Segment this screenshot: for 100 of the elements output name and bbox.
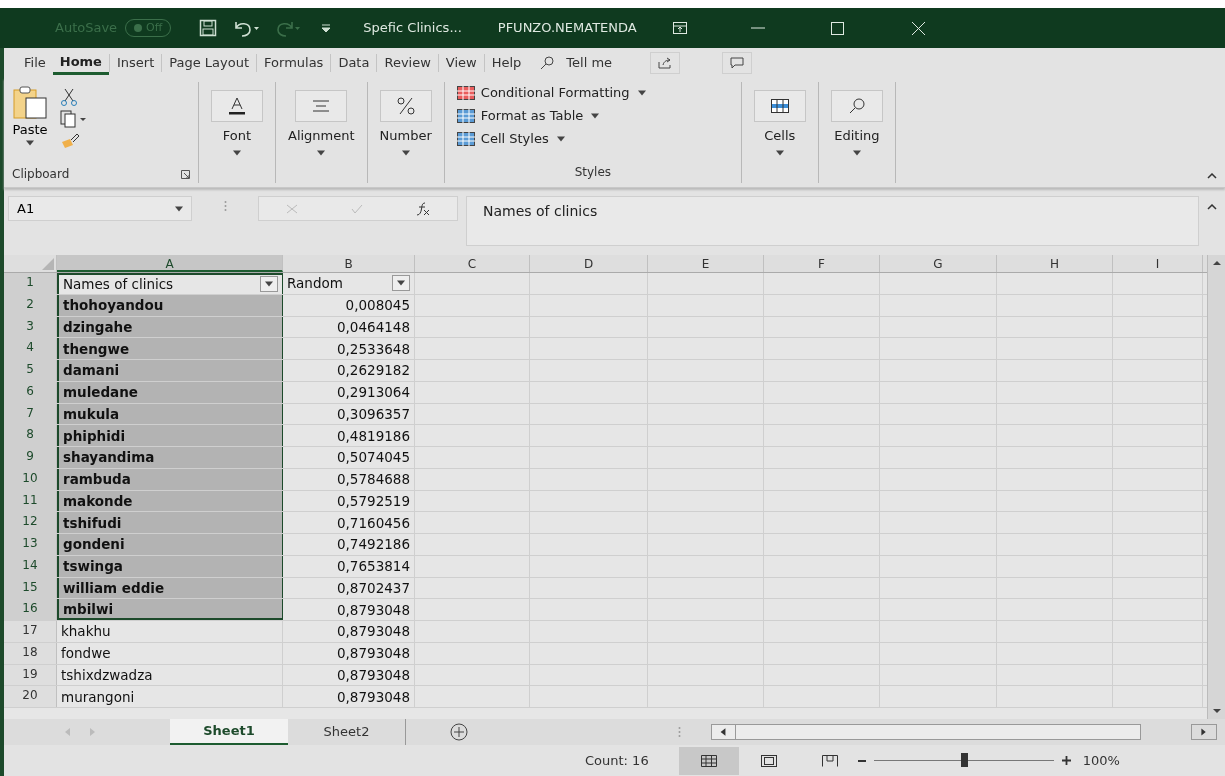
row-header[interactable]: 19	[4, 664, 57, 686]
function-icon[interactable]	[416, 201, 431, 216]
alignment-button[interactable]: Alignment	[288, 82, 355, 156]
ribbon-tab[interactable]: File	[17, 51, 53, 75]
horizontal-scrollbar[interactable]	[711, 724, 1141, 740]
row-header[interactable]: 7	[4, 403, 57, 425]
search-icon	[848, 98, 865, 114]
column-header[interactable]: E	[648, 255, 764, 272]
minimize-icon[interactable]	[750, 27, 765, 29]
ribbon-tab[interactable]: Page Layout	[162, 51, 257, 75]
filter-caret-icon	[397, 280, 405, 287]
row-header[interactable]: 11	[4, 490, 57, 512]
column-header[interactable]: B	[283, 255, 415, 272]
table-cell: dzingahe	[57, 316, 283, 338]
row-header[interactable]: 2	[4, 294, 57, 316]
ribbon-tab[interactable]: Home	[52, 51, 109, 75]
table-style-icon	[456, 108, 475, 123]
ribbon-tab[interactable]: Formulas	[257, 51, 331, 75]
row-header[interactable]: 10	[4, 468, 57, 490]
table-cell: 0,8793048	[283, 664, 415, 686]
add-sheet-icon[interactable]	[450, 723, 468, 741]
more-icon	[678, 726, 681, 738]
paste-button[interactable]: Paste	[12, 86, 48, 150]
format-painter-icon[interactable]	[60, 132, 80, 150]
row-header[interactable]: 4	[4, 338, 57, 359]
document-title: Spefic Clinics...	[363, 19, 462, 38]
caret-icon	[175, 205, 183, 212]
table-cell: 0,2629182	[283, 360, 415, 381]
close-icon[interactable]	[911, 21, 925, 35]
row-header[interactable]: 14	[4, 555, 57, 577]
table-cell: 0,008045	[283, 294, 415, 316]
filter-caret-icon	[265, 281, 273, 288]
row-header[interactable]: 13	[4, 534, 57, 555]
column-header[interactable]: G	[880, 255, 997, 272]
row-header[interactable]: 20	[4, 686, 57, 707]
normal-view-button[interactable]	[678, 746, 739, 775]
caret-icon	[317, 149, 326, 156]
align-icon	[313, 100, 330, 112]
name-box[interactable]: A1	[8, 196, 192, 221]
row-header[interactable]: 16	[4, 599, 57, 620]
editing-button[interactable]: Editing	[830, 82, 883, 156]
customize-icon[interactable]	[321, 23, 332, 33]
row-header[interactable]: 18	[4, 642, 57, 664]
save-icon[interactable]	[199, 19, 218, 37]
formula-field[interactable]: Names of clinics	[466, 196, 1199, 246]
copy-icon[interactable]	[60, 110, 88, 128]
font-icon	[229, 97, 245, 115]
page-layout-icon[interactable]	[760, 754, 777, 767]
row-header[interactable]: 9	[4, 447, 57, 468]
font-button[interactable]: Font	[211, 82, 263, 156]
column-header[interactable]: C	[415, 255, 530, 272]
scissors-icon[interactable]	[60, 88, 78, 106]
row-header[interactable]: 12	[4, 512, 57, 533]
table-cell: 0,3096357	[283, 403, 415, 425]
styles-menu-button[interactable]: Format as Table	[456, 105, 729, 126]
sheet-tab[interactable]: Sheet1	[170, 719, 288, 745]
scroll-right-icon[interactable]	[1191, 724, 1217, 740]
table-cell: 0,2533648	[283, 338, 415, 359]
page-break-icon[interactable]	[821, 754, 838, 767]
table-cell: Random	[283, 273, 415, 294]
zoom-level[interactable]: 100%	[1082, 750, 1120, 771]
row-header[interactable]: 6	[4, 381, 57, 403]
maximize-icon[interactable]	[830, 21, 844, 35]
ribbon-tab[interactable]: Review	[377, 51, 438, 75]
row-header[interactable]: 8	[4, 425, 57, 446]
launcher-icon[interactable]	[181, 169, 190, 179]
table-cell: mukula	[57, 403, 283, 425]
column-header[interactable]: F	[764, 255, 880, 272]
row-header[interactable]: 3	[4, 316, 57, 338]
column-header[interactable]: D	[530, 255, 648, 272]
tell-me-field[interactable]: Tell me	[566, 53, 613, 73]
ribbon-tab[interactable]: Help	[484, 51, 529, 75]
column-header[interactable]: I	[1113, 255, 1203, 272]
row-header[interactable]: 5	[4, 360, 57, 381]
table-cell: 0,7492186	[283, 534, 415, 555]
row-header[interactable]: 15	[4, 577, 57, 599]
collapse-ribbon-icon[interactable]	[1207, 173, 1217, 179]
zoom-slider-thumb[interactable]	[960, 753, 968, 767]
undo-icon[interactable]	[233, 19, 260, 37]
comment-icon	[730, 57, 745, 69]
ribbon-tab[interactable]: Insert	[109, 51, 162, 75]
table-cell: 0,8702437	[283, 577, 415, 599]
filter-button[interactable]	[260, 276, 278, 293]
row-header[interactable]: 1	[4, 273, 57, 294]
group-label: Styles	[573, 164, 613, 181]
styles-menu-button[interactable]: Conditional Formatting	[456, 82, 729, 103]
cells-button[interactable]: Cells	[753, 82, 806, 156]
number-button[interactable]: Number	[379, 82, 432, 156]
styles-menu-button[interactable]: Cell Styles	[456, 128, 729, 149]
column-header[interactable]: A	[57, 255, 283, 272]
ribbon-tab[interactable]: Data	[331, 51, 377, 75]
ribbon-tab[interactable]: View	[438, 51, 484, 75]
column-header[interactable]: H	[997, 255, 1113, 272]
row-header[interactable]: 17	[4, 621, 57, 642]
ribbon-display-icon[interactable]	[672, 22, 687, 34]
filter-button[interactable]	[392, 275, 410, 292]
collapse-icon[interactable]	[1207, 204, 1217, 210]
table-cell: makonde	[57, 490, 283, 512]
zoom-in-icon[interactable]	[1061, 756, 1071, 765]
zoom-out-icon[interactable]	[857, 759, 866, 762]
